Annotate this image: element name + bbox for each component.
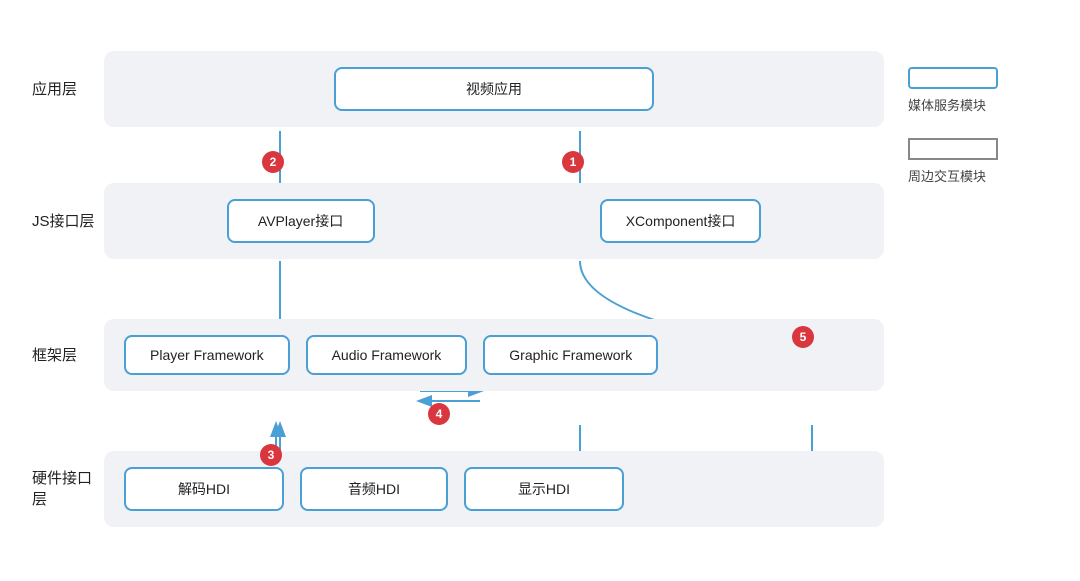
legend-media-label: 媒体服务模块 <box>908 95 986 114</box>
spacer-3 <box>104 399 884 451</box>
badge-1: 1 <box>562 151 584 173</box>
avplayer-box: AVPlayer接口 <box>227 199 375 243</box>
badge-5: 5 <box>792 326 814 348</box>
legend-peripheral: 周边交互模块 <box>908 138 1048 185</box>
badge-2: 2 <box>262 151 284 173</box>
legend-media-box <box>908 67 998 89</box>
framework-layer-content: Player Framework Audio Framework Graphic… <box>104 319 884 391</box>
diagram-container: 1 2 3 4 5 应用层 视频应用 JS接口层 AVPlayer接口 <box>32 51 884 527</box>
graphic-framework-box: Graphic Framework <box>483 335 658 375</box>
diagram-wrapper: 1 2 3 4 5 应用层 视频应用 JS接口层 AVPlayer接口 <box>0 27 1080 551</box>
layers-stack: 应用层 视频应用 JS接口层 AVPlayer接口 XComponent接口 框… <box>32 51 884 527</box>
hardware-layer-label: 硬件接口层 <box>32 468 104 510</box>
hardware-layer-content: 解码HDI 音频HDI 显示HDI <box>104 451 884 527</box>
framework-layer: 框架层 Player Framework Audio Framework Gra… <box>32 319 884 391</box>
audio-framework-box: Audio Framework <box>306 335 468 375</box>
js-layer-content: AVPlayer接口 XComponent接口 <box>104 183 884 259</box>
spacer-1 <box>104 135 884 183</box>
legend-peripheral-label: 周边交互模块 <box>908 166 986 185</box>
app-video-box: 视频应用 <box>334 67 654 111</box>
app-layer: 应用层 视频应用 <box>32 51 884 127</box>
badge-4: 4 <box>428 403 450 425</box>
app-layer-content: 视频应用 <box>104 51 884 127</box>
player-framework-box: Player Framework <box>124 335 290 375</box>
audio-hdi-box: 音频HDI <box>300 467 448 511</box>
app-layer-label: 应用层 <box>32 79 104 100</box>
decode-hdi-box: 解码HDI <box>124 467 284 511</box>
display-hdi-box: 显示HDI <box>464 467 624 511</box>
legend: 媒体服务模块 周边交互模块 <box>908 51 1048 185</box>
legend-peripheral-box <box>908 138 998 160</box>
hardware-layer: 硬件接口层 解码HDI 音频HDI 显示HDI <box>32 451 884 527</box>
framework-layer-label: 框架层 <box>32 345 104 366</box>
js-layer: JS接口层 AVPlayer接口 XComponent接口 <box>32 183 884 259</box>
js-layer-label: JS接口层 <box>32 211 104 232</box>
legend-media: 媒体服务模块 <box>908 67 1048 114</box>
xcomponent-box: XComponent接口 <box>600 199 762 243</box>
spacer-2 <box>104 267 884 319</box>
badge-3: 3 <box>260 444 282 466</box>
